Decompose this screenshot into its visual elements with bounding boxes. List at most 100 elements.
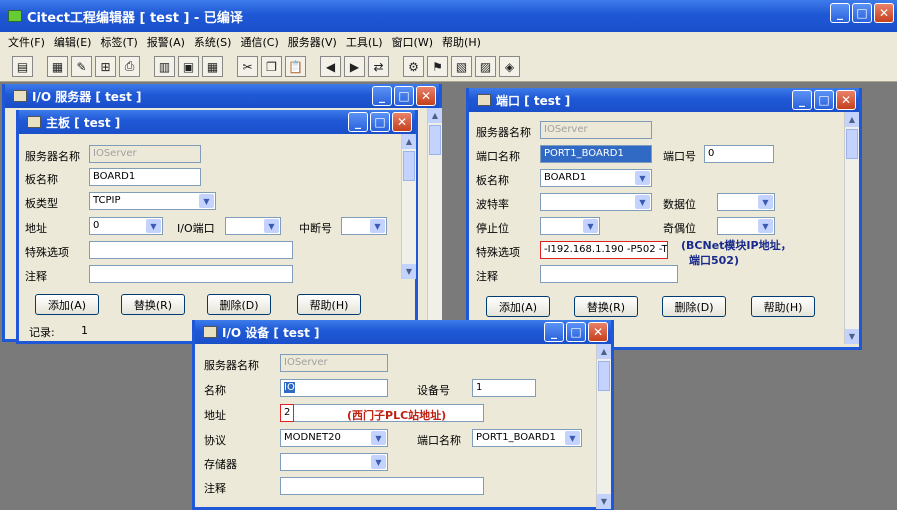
board-type-label: 板类型 [25, 197, 58, 210]
special-options-field[interactable]: -I192.168.1.190 -P502 -T [540, 241, 668, 259]
print-icon[interactable]: ⎙ [119, 56, 140, 77]
board-name-select[interactable]: BOARD1 ▼ [540, 169, 652, 187]
comment-field[interactable] [540, 265, 678, 283]
paste-icon[interactable]: 📋 [285, 56, 306, 77]
records-label: 记录: [29, 326, 55, 339]
port-titlebar[interactable]: 端口 [ test ] _ □ ✕ [469, 88, 859, 112]
comment-label: 注释 [25, 270, 47, 283]
io-port-label: I/O端口 [177, 222, 215, 235]
maximize-button[interactable]: □ [370, 112, 390, 132]
menu-edit[interactable]: 编辑(E) [54, 34, 92, 50]
chevron-down-icon: ▼ [635, 171, 650, 185]
close-button[interactable]: ✕ [588, 322, 608, 342]
maximize-button[interactable]: □ [566, 322, 586, 342]
data-bits-select[interactable]: ▼ [717, 193, 775, 211]
device-name-field[interactable]: IO [280, 379, 388, 397]
tag-icon[interactable]: ◈ [499, 56, 520, 77]
storage-select[interactable]: ▼ [280, 453, 388, 471]
io-device-titlebar[interactable]: I/O 设备 [ test ] _ □ ✕ [195, 320, 611, 344]
close-button[interactable]: ✕ [392, 112, 412, 132]
io-server-scrollbar[interactable]: ▲▼ [427, 108, 442, 336]
irq-select[interactable]: ▼ [341, 217, 387, 235]
server-name-field: IOServer [280, 354, 388, 372]
add-button[interactable]: 添加(A) [35, 294, 99, 315]
maximize-button[interactable]: □ [394, 86, 414, 106]
help-button[interactable]: 帮助(H) [751, 296, 815, 317]
copy-icon[interactable]: ❐ [261, 56, 282, 77]
parity-select[interactable]: ▼ [717, 217, 775, 235]
port-name-field[interactable]: PORT1_BOARD1 [540, 145, 652, 163]
table-icon[interactable]: ▦ [202, 56, 223, 77]
board-type-select[interactable]: TCPIP ▼ [89, 192, 216, 210]
replace-button[interactable]: 替换(R) [121, 294, 185, 315]
port-number-field[interactable]: 0 [704, 145, 774, 163]
close-button[interactable]: ✕ [874, 3, 894, 23]
server-name-field: IOServer [89, 145, 201, 163]
minimize-button[interactable]: _ [792, 90, 812, 110]
replace-button[interactable]: 替换(R) [574, 296, 638, 317]
page-icon[interactable]: ▤ [12, 56, 33, 77]
next-icon[interactable]: ▶ [344, 56, 365, 77]
address-select[interactable]: 0 ▼ [89, 217, 163, 235]
db-icon[interactable]: ▣ [178, 56, 199, 77]
comment-field[interactable] [280, 477, 484, 495]
cut-icon[interactable]: ✂ [237, 56, 258, 77]
protocol-value: MODNET20 [284, 432, 341, 443]
menu-tools[interactable]: 工具(L) [346, 34, 383, 50]
window-icon [203, 326, 217, 338]
maximize-button[interactable]: □ [852, 3, 872, 23]
menu-alarms[interactable]: 报警(A) [147, 34, 185, 50]
add-button[interactable]: 添加(A) [486, 296, 550, 317]
plot-icon[interactable]: ▨ [475, 56, 496, 77]
grid-icon[interactable]: ▥ [154, 56, 175, 77]
port-number-label: 端口号 [663, 150, 696, 163]
chart-icon[interactable]: ▧ [451, 56, 472, 77]
port-scrollbar[interactable]: ▲ ▼ [844, 112, 859, 344]
io-device-scrollbar[interactable]: ▲ ▼ [596, 344, 611, 509]
minimize-button[interactable]: _ [348, 112, 368, 132]
wand-icon[interactable]: ✎ [71, 56, 92, 77]
address-field[interactable]: 2 [280, 404, 294, 422]
tree-icon[interactable]: ⊞ [95, 56, 116, 77]
io-port-select[interactable]: ▼ [225, 217, 281, 235]
help-button[interactable]: 帮助(H) [297, 294, 361, 315]
menu-file[interactable]: 文件(F) [8, 34, 45, 50]
io-server-titlebar[interactable]: I/O 服务器 [ test ] _ □ ✕ [5, 84, 439, 108]
board-scrollbar[interactable]: ▲ ▼ [401, 134, 416, 279]
stop-bits-select[interactable]: ▼ [540, 217, 600, 235]
menu-servers[interactable]: 服务器(V) [288, 34, 337, 50]
board-titlebar[interactable]: 主板 [ test ] _ □ ✕ [19, 110, 415, 134]
maximize-button[interactable]: □ [814, 90, 834, 110]
board-window: 主板 [ test ] _ □ ✕ 服务器名称 IOServer 板名称 BOA… [16, 110, 418, 344]
port-name-select[interactable]: PORT1_BOARD1 ▼ [472, 429, 582, 447]
link-icon[interactable]: ⇄ [368, 56, 389, 77]
menu-tags[interactable]: 标签(T) [100, 34, 137, 50]
protocol-select[interactable]: MODNET20 ▼ [280, 429, 388, 447]
minimize-button[interactable]: _ [830, 3, 850, 23]
address-value: 0 [93, 220, 100, 231]
device-number-field[interactable]: 1 [472, 379, 536, 397]
menu-window[interactable]: 窗口(W) [392, 34, 433, 50]
main-titlebar[interactable]: Citect工程编辑器 [ test ] - 已编译 _ □ ✕ [0, 0, 897, 32]
menu-help[interactable]: 帮助(H) [442, 34, 481, 50]
comment-field[interactable] [89, 265, 293, 283]
new-icon[interactable]: ▦ [47, 56, 68, 77]
special-options-field[interactable] [89, 241, 293, 259]
delete-button[interactable]: 删除(D) [207, 294, 271, 315]
server-name-field: IOServer [540, 121, 652, 139]
flag-icon[interactable]: ⚑ [427, 56, 448, 77]
delete-button[interactable]: 删除(D) [662, 296, 726, 317]
board-name-field[interactable]: BOARD1 [89, 168, 201, 186]
close-button[interactable]: ✕ [836, 90, 856, 110]
storage-label: 存储器 [204, 458, 237, 471]
prev-icon[interactable]: ◀ [320, 56, 341, 77]
minimize-button[interactable]: _ [544, 322, 564, 342]
menu-system[interactable]: 系统(S) [194, 34, 232, 50]
menu-comms[interactable]: 通信(C) [240, 34, 278, 50]
baud-rate-select[interactable]: ▼ [540, 193, 652, 211]
close-button[interactable]: ✕ [416, 86, 436, 106]
tool-icon[interactable]: ⚙ [403, 56, 424, 77]
minimize-button[interactable]: _ [372, 86, 392, 106]
io-server-title: I/O 服务器 [ test ] [32, 89, 142, 104]
chevron-down-icon: ▼ [264, 219, 279, 233]
